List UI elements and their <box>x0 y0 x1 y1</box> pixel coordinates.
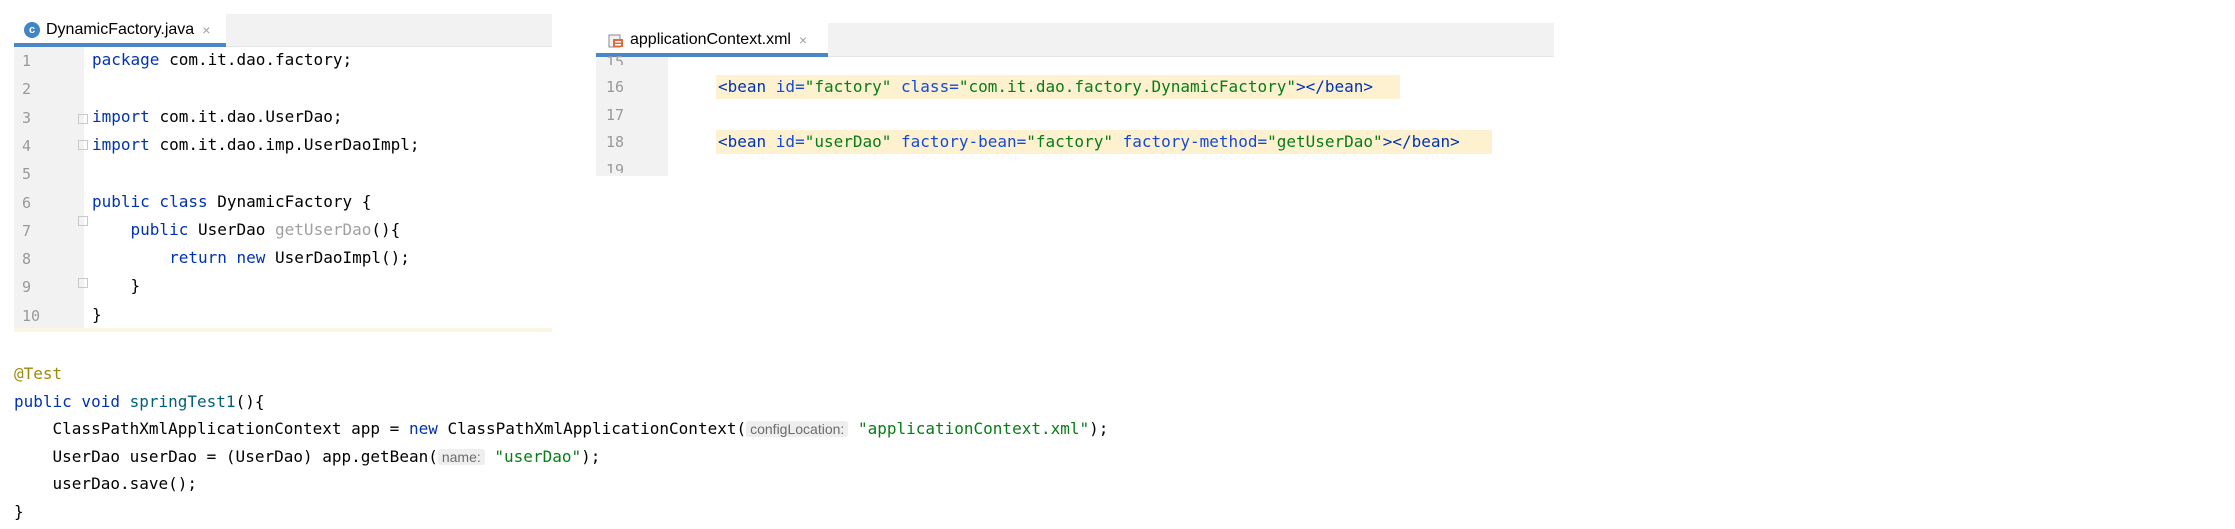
fold-marker-icon[interactable] <box>78 140 88 150</box>
code-token: } <box>92 276 141 296</box>
code-token: package <box>92 50 170 69</box>
code-token: ClassPathXmlApplicationContext( <box>447 419 747 439</box>
line-number: 18 <box>606 133 625 151</box>
code-token: "applicationContext.xml" <box>857 419 1090 439</box>
tab-title: DynamicFactory.java <box>46 21 195 38</box>
close-tab-icon[interactable]: × <box>799 32 807 48</box>
line-number: 5 <box>22 165 32 184</box>
code-token: new <box>408 419 448 439</box>
tab-dynamic-factory-java[interactable]: c DynamicFactory.java × <box>14 14 226 47</box>
code-token: DynamicFactory { <box>217 191 372 211</box>
code-token: <bean <box>718 132 776 151</box>
code-token: return new <box>92 248 276 268</box>
line-number: 4 <box>22 136 32 155</box>
code-line[interactable]: public class DynamicFactory { <box>92 192 371 211</box>
xml-bean-line[interactable]: <bean id="factory" class="com.it.dao.fac… <box>718 77 1373 96</box>
code-token: getUserDao <box>275 219 372 239</box>
line-number: 6 <box>22 193 32 212</box>
code-line[interactable]: public void springTest1(){ <box>14 392 264 411</box>
code-token: factory-bean= <box>901 132 1027 151</box>
code-token: ); <box>581 446 601 466</box>
code-token: id= <box>775 77 805 96</box>
close-tab-icon[interactable]: × <box>202 22 210 38</box>
code-token: <bean <box>718 77 776 96</box>
code-token: (){ <box>371 219 401 239</box>
code-line[interactable]: return new UserDaoImpl(); <box>92 248 410 267</box>
code-token: "com.it.dao.factory.DynamicFactory" <box>958 77 1296 96</box>
line-number: 16 <box>606 78 625 96</box>
code-token: "factory" <box>804 77 902 96</box>
code-line[interactable]: userDao.save(); <box>14 474 198 494</box>
line-number: 7 <box>22 221 32 240</box>
xml-editor-tab-bar: applicationContext.xml × <box>596 23 1554 57</box>
code-token: "userDao" <box>804 132 902 151</box>
code-token: "userDao" <box>494 446 582 466</box>
code-token: "factory" <box>1026 132 1123 151</box>
java-editor-panel: c DynamicFactory.java × 1 package com.it.… <box>14 14 552 332</box>
code-token: ></bean> <box>1295 77 1374 96</box>
tab-application-context-xml[interactable]: applicationContext.xml × <box>596 23 828 57</box>
code-line[interactable]: ClassPathXmlApplicationContext app = new… <box>14 419 1109 439</box>
current-line-highlight <box>14 328 552 332</box>
code-line[interactable]: import com.it.dao.UserDao; <box>92 107 342 126</box>
fold-marker-icon[interactable] <box>78 216 88 226</box>
xml-file-icon <box>608 34 623 47</box>
code-token: import <box>92 106 160 126</box>
line-number: 9 <box>22 278 32 297</box>
code-token: com.it.dao.UserDao; <box>159 106 343 126</box>
line-number: 1 <box>22 52 32 70</box>
line-number: 3 <box>22 108 32 127</box>
tab-title: applicationContext.xml <box>630 30 791 48</box>
code-token: userDao.save(); <box>14 474 198 494</box>
xml-editor-panel: applicationContext.xml × 15 16 17 18 19 <bea… <box>596 23 1554 176</box>
code-token: id= <box>775 132 805 151</box>
fold-marker-icon[interactable] <box>78 278 88 288</box>
code-token: } <box>14 502 24 521</box>
xml-bean-line[interactable]: <bean id="userDao" factory-bean="factory… <box>718 132 1460 151</box>
parameter-hint: configLocation: <box>746 421 849 438</box>
code-token: com.it.dao.factory; <box>169 50 353 69</box>
code-line[interactable]: public UserDao getUserDao(){ <box>92 219 401 239</box>
code-line[interactable]: } <box>92 305 102 324</box>
code-token: ></bean> <box>1382 132 1460 151</box>
line-number: 19 <box>606 161 625 173</box>
code-token: public <box>92 219 198 239</box>
code-token: UserDao userDao = (UserDao) app.getBean( <box>14 446 438 466</box>
line-number: 8 <box>22 250 32 269</box>
code-token: springTest1 <box>129 391 236 411</box>
code-line[interactable]: UserDao userDao = (UserDao) app.getBean(… <box>14 446 601 466</box>
code-token: ); <box>1089 419 1109 439</box>
code-token: (){ <box>235 391 265 411</box>
java-editor-tab-bar: c DynamicFactory.java × <box>14 14 552 47</box>
fold-marker-icon[interactable] <box>78 114 88 124</box>
line-number: 2 <box>22 80 32 99</box>
code-line[interactable]: import com.it.dao.imp.UserDaoImpl; <box>92 135 420 154</box>
code-token: @Test <box>14 364 63 383</box>
line-number: 17 <box>606 106 625 124</box>
class-icon: c <box>24 22 40 38</box>
code-token: UserDao <box>197 219 276 239</box>
code-token: factory-method= <box>1122 132 1268 151</box>
code-token: UserDaoImpl(); <box>275 248 410 268</box>
code-token: public void <box>14 391 130 411</box>
line-number: 15 <box>606 53 625 65</box>
code-line[interactable]: } <box>14 502 24 521</box>
code-token: class= <box>901 77 959 96</box>
code-token: } <box>92 304 102 324</box>
code-token: "getUserDao" <box>1267 132 1383 151</box>
code-line[interactable]: } <box>92 276 141 296</box>
code-line[interactable]: package com.it.dao.factory; <box>92 50 352 69</box>
parameter-hint: name: <box>437 448 485 465</box>
code-token: ClassPathXmlApplicationContext app = <box>14 419 409 439</box>
code-token: public class <box>92 191 218 211</box>
line-number: 10 <box>22 306 41 325</box>
code-token: com.it.dao.imp.UserDaoImpl; <box>159 134 420 154</box>
code-token: import <box>92 134 160 154</box>
code-line[interactable]: @Test <box>14 364 62 383</box>
test-snippet[interactable]: @Test public void springTest1(){ ClassPat… <box>0 364 1250 524</box>
